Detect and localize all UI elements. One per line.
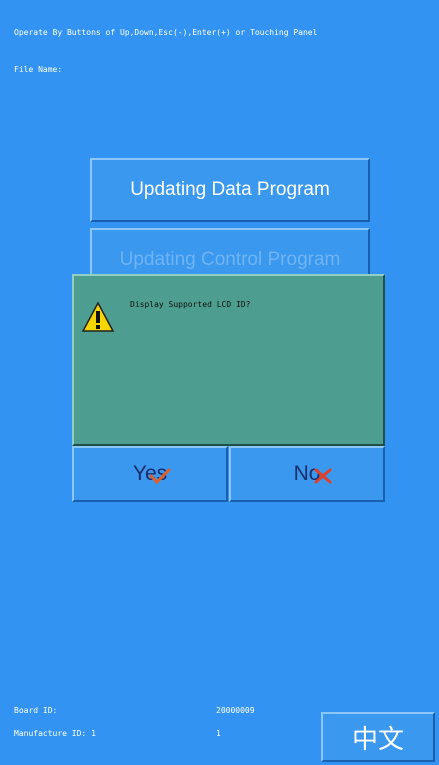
board-id-label: Board ID:: [14, 706, 58, 715]
close-icon: [314, 468, 332, 484]
yes-button[interactable]: Yes: [72, 446, 228, 502]
confirm-dialog: Display Supported LCD ID?: [72, 274, 385, 446]
board-id-value: 20000009: [216, 706, 255, 715]
manufacture-id-value: 1: [216, 729, 221, 738]
no-button[interactable]: No: [229, 446, 385, 502]
updating-data-program-label: Updating Data Program: [130, 179, 330, 200]
dialog-message: Display Supported LCD ID?: [130, 300, 251, 309]
language-label: 中文: [351, 724, 404, 755]
no-content: No: [294, 462, 332, 486]
warning-icon: [81, 301, 115, 332]
manufacture-id-label: Manufacture ID: 1: [14, 729, 96, 738]
screen: Operate By Buttons of Up,Down,Esc(-),Ent…: [0, 0, 439, 765]
yes-content: Yes: [133, 462, 171, 486]
updating-control-program-label: Updating Control Program: [119, 249, 341, 270]
instruction-text: Operate By Buttons of Up,Down,Esc(-),Ent…: [14, 28, 318, 37]
file-name-label: File Name:: [14, 65, 63, 74]
language-toggle-button[interactable]: 中文: [321, 712, 435, 762]
updating-data-program-button[interactable]: Updating Data Program: [90, 158, 370, 222]
check-icon: [149, 468, 171, 485]
